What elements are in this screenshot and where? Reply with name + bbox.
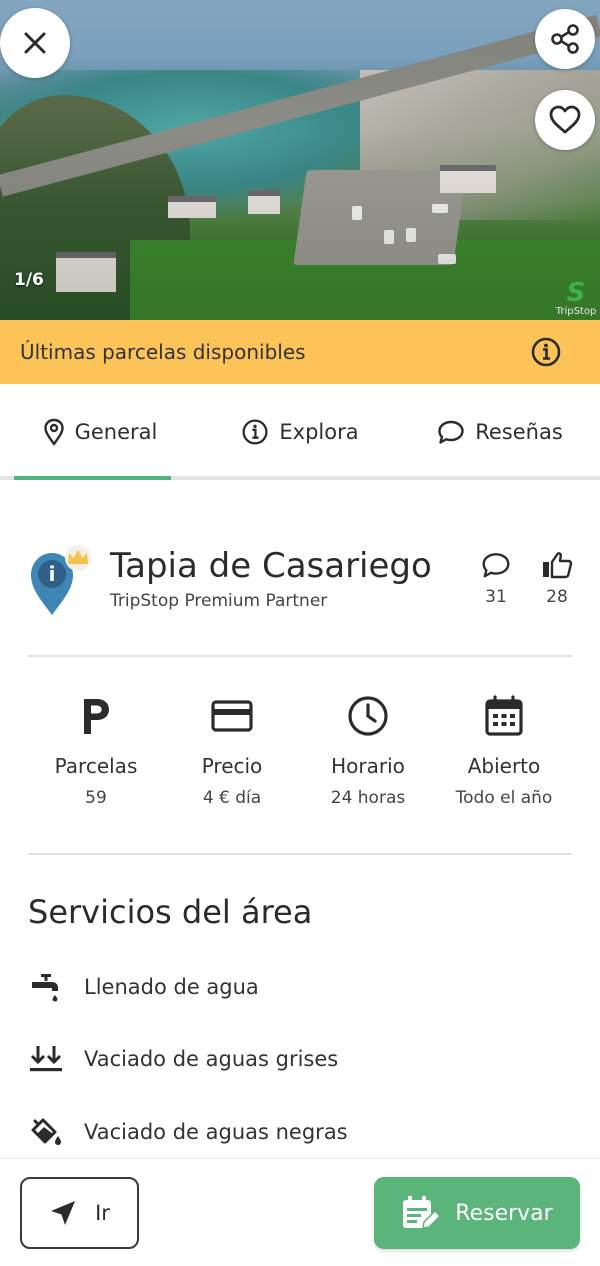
calendar-icon: [485, 690, 523, 742]
tab-label: Reseñas: [475, 420, 563, 444]
info-label: Horario: [331, 754, 405, 778]
comments-stat[interactable]: 31: [474, 551, 518, 607]
service-item-black-water: Vaciado de aguas negras: [28, 1112, 348, 1152]
parking-icon: [80, 690, 112, 742]
section-divider: [28, 655, 572, 657]
info-label: Abierto: [467, 754, 541, 778]
info-value: Todo el año: [455, 788, 553, 808]
hero-photo[interactable]: 1/6 S TripStop: [0, 0, 600, 320]
place-header: i Tapia de Casariego TripStop Premium Pa…: [28, 543, 573, 623]
thumbs-up-icon: [543, 552, 573, 579]
info-parcelas: Parcelas 59: [28, 690, 164, 820]
tab-explora[interactable]: Explora: [200, 384, 400, 480]
info-value: 24 horas: [330, 788, 406, 808]
likes-stat[interactable]: 28: [535, 551, 579, 607]
tab-label: General: [74, 420, 158, 444]
clock-icon: [347, 690, 389, 742]
share-icon: [551, 24, 579, 54]
tab-bar: General Explora Reseñas: [0, 384, 600, 480]
watermark-text: TripStop: [555, 306, 597, 317]
calendar-edit-icon: [403, 1196, 442, 1229]
close-icon: [24, 32, 46, 54]
comments-count: 31: [485, 587, 507, 607]
go-button-label: Ir: [95, 1201, 110, 1225]
info-label: Precio: [201, 754, 263, 778]
close-button[interactable]: [0, 8, 70, 78]
service-label: Vaciado de aguas grises: [84, 1047, 339, 1071]
tab-general[interactable]: General: [0, 384, 200, 480]
info-icon: [242, 419, 268, 445]
bottom-action-bar: Ir Reservar: [0, 1158, 600, 1266]
service-item-water-fill: Llenado de agua: [28, 967, 259, 1007]
info-precio: Precio 4 € día: [164, 690, 300, 820]
go-button[interactable]: Ir: [20, 1177, 139, 1249]
service-item-grey-water: Vaciado de aguas grises: [28, 1039, 338, 1079]
book-button[interactable]: Reservar: [374, 1177, 580, 1249]
info-horario: Horario 24 horas: [300, 690, 436, 820]
share-button[interactable]: [535, 9, 595, 69]
section-divider: [28, 853, 572, 855]
grey-water-drain-icon: [28, 1041, 64, 1077]
black-water-drain-icon: [28, 1114, 64, 1150]
info-label: Parcelas: [54, 754, 138, 778]
services-title: Servicios del área: [28, 893, 313, 931]
heart-icon: [549, 105, 581, 134]
tripstop-logo-icon: S: [566, 278, 586, 308]
service-label: Vaciado de aguas negras: [84, 1120, 348, 1144]
likes-count: 28: [546, 587, 568, 607]
comment-icon: [482, 553, 510, 578]
hero-shade: [0, 0, 600, 320]
info-abierto: Abierto Todo el año: [436, 690, 572, 820]
premium-info-pin-icon: i: [31, 545, 91, 615]
favorite-button[interactable]: [535, 90, 595, 150]
water-tap-icon: [28, 969, 64, 1005]
credit-card-icon: [211, 690, 253, 742]
navigation-arrow-icon: [51, 1201, 76, 1225]
availability-banner[interactable]: Últimas parcelas disponibles: [0, 320, 600, 384]
tab-resenas[interactable]: Reseñas: [400, 384, 600, 480]
info-value: 4 € día: [202, 788, 262, 808]
place-title: Tapia de Casariego: [110, 546, 432, 586]
svg-text:i: i: [49, 562, 56, 586]
tab-label: Explora: [279, 420, 359, 444]
service-label: Llenado de agua: [84, 975, 259, 999]
tripstop-watermark: S TripStop: [552, 280, 600, 320]
location-pin-icon: [43, 418, 64, 446]
info-icon[interactable]: [530, 336, 562, 368]
info-grid: Parcelas 59 Precio 4 € día Horario 24 ho…: [28, 690, 572, 820]
comment-icon: [438, 420, 464, 444]
photo-counter: 1/6: [14, 270, 44, 290]
place-subtitle: TripStop Premium Partner: [110, 591, 328, 611]
active-tab-indicator: [14, 476, 171, 480]
info-value: 59: [85, 788, 107, 808]
book-button-label: Reservar: [455, 1200, 553, 1226]
banner-text: Últimas parcelas disponibles: [20, 340, 306, 364]
